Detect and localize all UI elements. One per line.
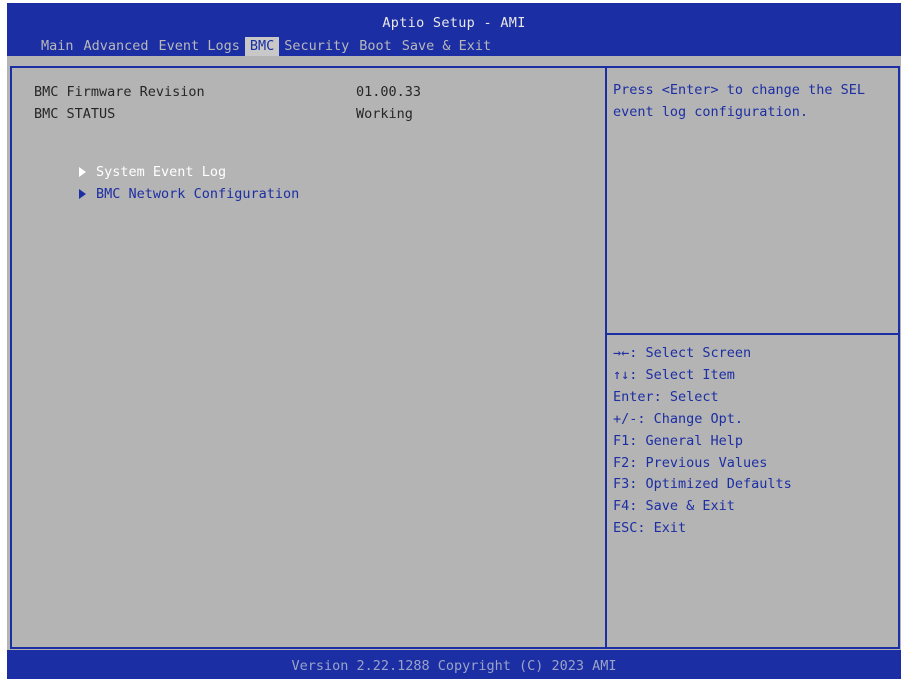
settings-panel: BMC Firmware Revision 01.00.33 BMC STATU… xyxy=(10,66,605,649)
header-bar: Aptio Setup - AMI Main Advanced Event Lo… xyxy=(7,3,901,56)
key-select-screen: →←: Select Screen xyxy=(613,345,752,361)
help-panel: Press <Enter> to change the SEL event lo… xyxy=(605,66,900,649)
key-save-exit: F4: Save & Exit xyxy=(613,498,735,515)
bmc-status-label: BMC STATUS xyxy=(34,106,116,122)
content-area: BMC Firmware Revision 01.00.33 BMC STATU… xyxy=(7,56,901,650)
bmc-status-value: Working xyxy=(356,106,413,122)
key-change-option: +/-: Change Opt. xyxy=(613,410,744,427)
help-description: Press <Enter> to change the SEL event lo… xyxy=(613,82,874,120)
key-previous-values: F2: Previous Values xyxy=(613,454,768,471)
tab-bmc[interactable]: BMC xyxy=(244,37,280,56)
tab-boot[interactable]: Boot xyxy=(354,37,397,56)
help-divider xyxy=(607,333,898,335)
submenu-arrow-icon xyxy=(79,189,87,199)
key-select-item: ↑↓: Select Item xyxy=(613,366,735,383)
submenu-label: BMC Network Configuration xyxy=(96,186,300,202)
tab-main[interactable]: Main xyxy=(36,37,79,56)
tab-bar: Main Advanced Event Logs BMC Security Bo… xyxy=(36,37,496,56)
tab-security[interactable]: Security xyxy=(279,37,354,56)
version-text: Version 2.22.1288 Copyright (C) 2023 AMI xyxy=(291,658,617,674)
tab-advanced[interactable]: Advanced xyxy=(79,37,154,56)
tab-event-logs[interactable]: Event Logs xyxy=(154,37,245,56)
bios-screen: Aptio Setup - AMI Main Advanced Event Lo… xyxy=(7,3,901,679)
setup-title: Aptio Setup - AMI xyxy=(382,15,526,31)
key-optimized-defaults: F3: Optimized Defaults xyxy=(613,476,792,493)
tab-save-exit[interactable]: Save & Exit xyxy=(397,37,496,56)
key-general-help: F1: General Help xyxy=(613,432,744,449)
key-enter-select: Enter: Select xyxy=(613,388,719,405)
key-esc-exit: ESC: Exit xyxy=(613,520,687,537)
firmware-revision-label: BMC Firmware Revision xyxy=(34,84,205,100)
footer-bar: Version 2.22.1288 Copyright (C) 2023 AMI xyxy=(7,650,901,679)
key-legend: →←: Select Screen ↑↓: Select Item Enter:… xyxy=(613,343,792,540)
submenu-bmc-network-configuration[interactable]: BMC Network Configuration xyxy=(14,170,299,218)
firmware-revision-value: 01.00.33 xyxy=(356,84,422,100)
